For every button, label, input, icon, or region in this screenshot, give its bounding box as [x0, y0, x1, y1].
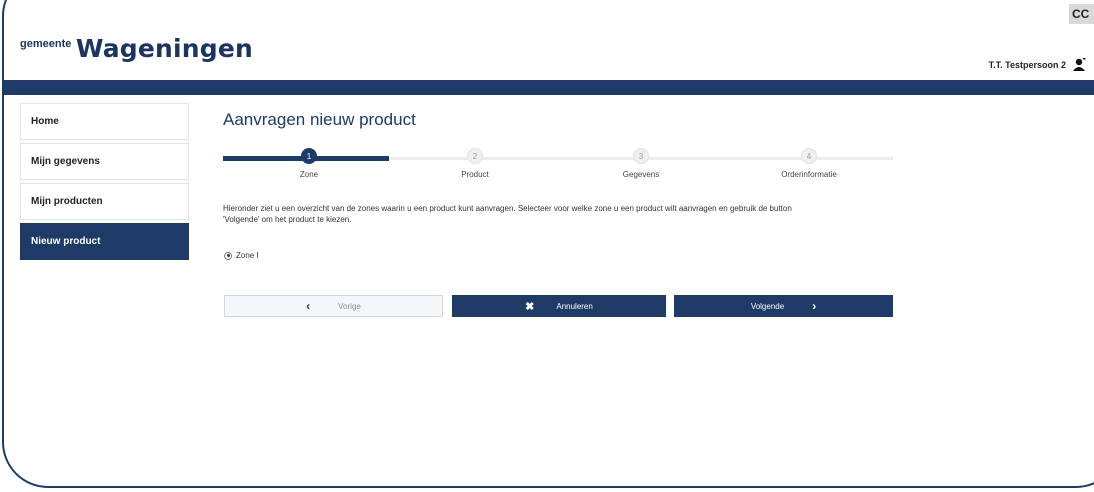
intro-line: Hieronder ziet u een overzicht van de zo…	[223, 204, 792, 213]
next-button[interactable]: Volgende ›	[674, 295, 893, 317]
municipality-logo[interactable]: gemeente Wageningen	[20, 34, 253, 63]
step-label: Gegevens	[622, 170, 660, 179]
sidebar-item-mijn-gegevens[interactable]: Mijn gegevens	[20, 143, 189, 180]
next-button-label: Volgende	[750, 301, 785, 311]
page-title: Aanvragen nieuw product	[223, 110, 416, 129]
step-zone: 1 Zone	[229, 148, 389, 179]
sidebar: Home Mijn gegevens Mijn producten Nieuw …	[20, 103, 189, 263]
user-icon	[1072, 58, 1086, 72]
sidebar-item-label: Mijn gegevens	[31, 156, 100, 167]
step-product: 2 Product	[395, 148, 555, 179]
step-number: 3	[633, 148, 649, 164]
cancel-button[interactable]: ✖ Annuleren	[452, 295, 666, 317]
intro-text: Hieronder ziet u een overzicht van de zo…	[223, 203, 903, 225]
progress-steps: 1 Zone 2 Product 3 Gegevens 4 Orderinfor…	[223, 148, 893, 188]
header-bar	[4, 80, 1094, 95]
previous-button[interactable]: ‹ Vorige	[224, 295, 443, 317]
intro-line: 'Volgende' om het product te kiezen.	[223, 215, 352, 224]
zone-radio-label: Zone I	[236, 251, 259, 260]
browser-frame: CC gemeente Wageningen T.T. Testpersoon …	[2, 0, 1094, 488]
logo-name: Wageningen	[75, 34, 254, 63]
step-label: Zone	[299, 170, 319, 179]
chevron-right-icon: ›	[812, 299, 817, 313]
step-number: 4	[801, 148, 817, 164]
sidebar-item-label: Home	[31, 116, 59, 127]
step-label: Orderinformatie	[781, 170, 837, 179]
previous-button-label: Vorige	[338, 301, 361, 311]
step-number: 2	[467, 148, 483, 164]
zone-option[interactable]: Zone I	[224, 251, 259, 260]
corner-button[interactable]: CC	[1069, 4, 1094, 24]
cancel-button-label: Annuleren	[556, 301, 593, 311]
sidebar-item-home[interactable]: Home	[20, 103, 189, 140]
sidebar-item-nieuw-product[interactable]: Nieuw product	[20, 223, 189, 260]
step-gegevens: 3 Gegevens	[561, 148, 721, 179]
close-icon: ✖	[525, 300, 535, 313]
zone-radio[interactable]	[224, 251, 232, 260]
chevron-left-icon: ‹	[306, 299, 311, 313]
step-orderinformatie: 4 Orderinformatie	[729, 148, 889, 179]
user-menu[interactable]: T.T. Testpersoon 2	[989, 58, 1086, 72]
logo-prefix: gemeente	[20, 38, 72, 50]
sidebar-item-label: Nieuw product	[31, 236, 101, 247]
step-label: Product	[461, 170, 489, 179]
step-number: 1	[301, 148, 317, 164]
sidebar-item-label: Mijn producten	[31, 196, 103, 207]
sidebar-item-mijn-producten[interactable]: Mijn producten	[20, 183, 189, 220]
user-name: T.T. Testpersoon 2	[988, 60, 1066, 70]
